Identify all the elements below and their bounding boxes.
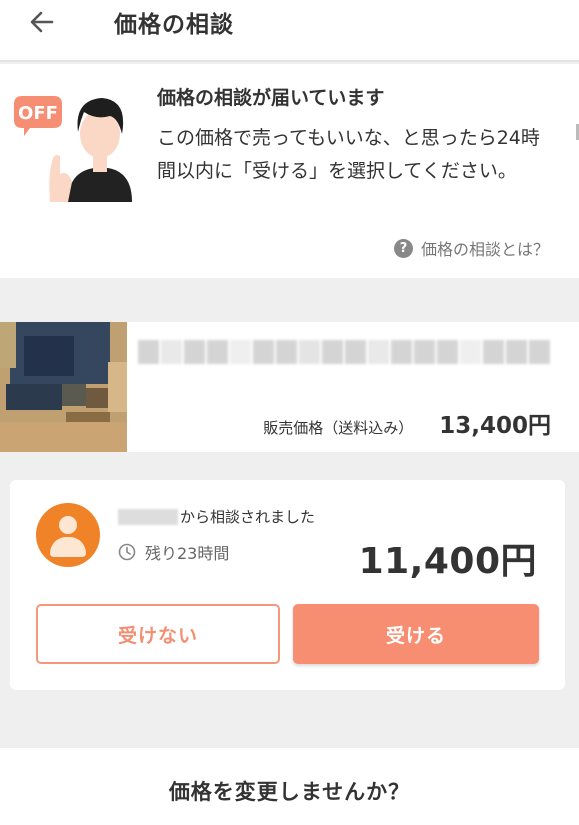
- price-value: 13,400円: [439, 413, 551, 439]
- offer-card: から相談されました 残り23時間 11,400円 受けない 受ける: [10, 480, 565, 690]
- seller-illustration: OFF: [14, 96, 132, 202]
- change-price-prompt: 価格を変更しませんか？: [168, 780, 411, 804]
- price-label: 販売価格（送料込み）: [263, 419, 414, 437]
- app-header: 価格の相談: [0, 0, 579, 62]
- listing-price: 販売価格（送料込み） 13,400円: [263, 406, 551, 440]
- offer-from: から相談されました: [118, 506, 315, 527]
- product-thumbnail: [0, 322, 127, 452]
- question-icon: ?: [393, 238, 413, 258]
- time-remaining: 残り23時間: [118, 540, 229, 564]
- user-avatar-icon[interactable]: [36, 503, 100, 567]
- username-redacted: [118, 508, 178, 525]
- product-name-redacted: [138, 340, 550, 364]
- accept-button[interactable]: 受ける: [293, 604, 539, 664]
- offer-notice: OFF 価格の相談が届いています この価格で売ってもいいな、と思ったら24時間以…: [0, 64, 579, 278]
- page-title: 価格の相談: [114, 12, 234, 38]
- price-offer-help-link[interactable]: ? 価格の相談とは？: [393, 236, 549, 260]
- off-badge-text: OFF: [18, 103, 58, 124]
- decline-button[interactable]: 受けない: [36, 604, 280, 664]
- product-card[interactable]: 販売価格（送料込み） 13,400円: [0, 322, 579, 452]
- help-link-label: 価格の相談とは？: [420, 240, 549, 259]
- time-remaining-label: 残り23時間: [145, 544, 230, 563]
- back-arrow-icon[interactable]: [24, 4, 60, 40]
- offer-price: 11,400円: [358, 541, 537, 582]
- change-price-section[interactable]: 価格を変更しませんか？: [0, 748, 579, 825]
- notice-message: この価格で売ってもいいな、と思ったら24時間以内に「受ける」を選択してください。: [157, 127, 540, 182]
- notice-title: 価格の相談が届いています: [157, 87, 385, 109]
- offer-from-label: から相談されました: [180, 508, 316, 526]
- clock-icon: [118, 543, 136, 561]
